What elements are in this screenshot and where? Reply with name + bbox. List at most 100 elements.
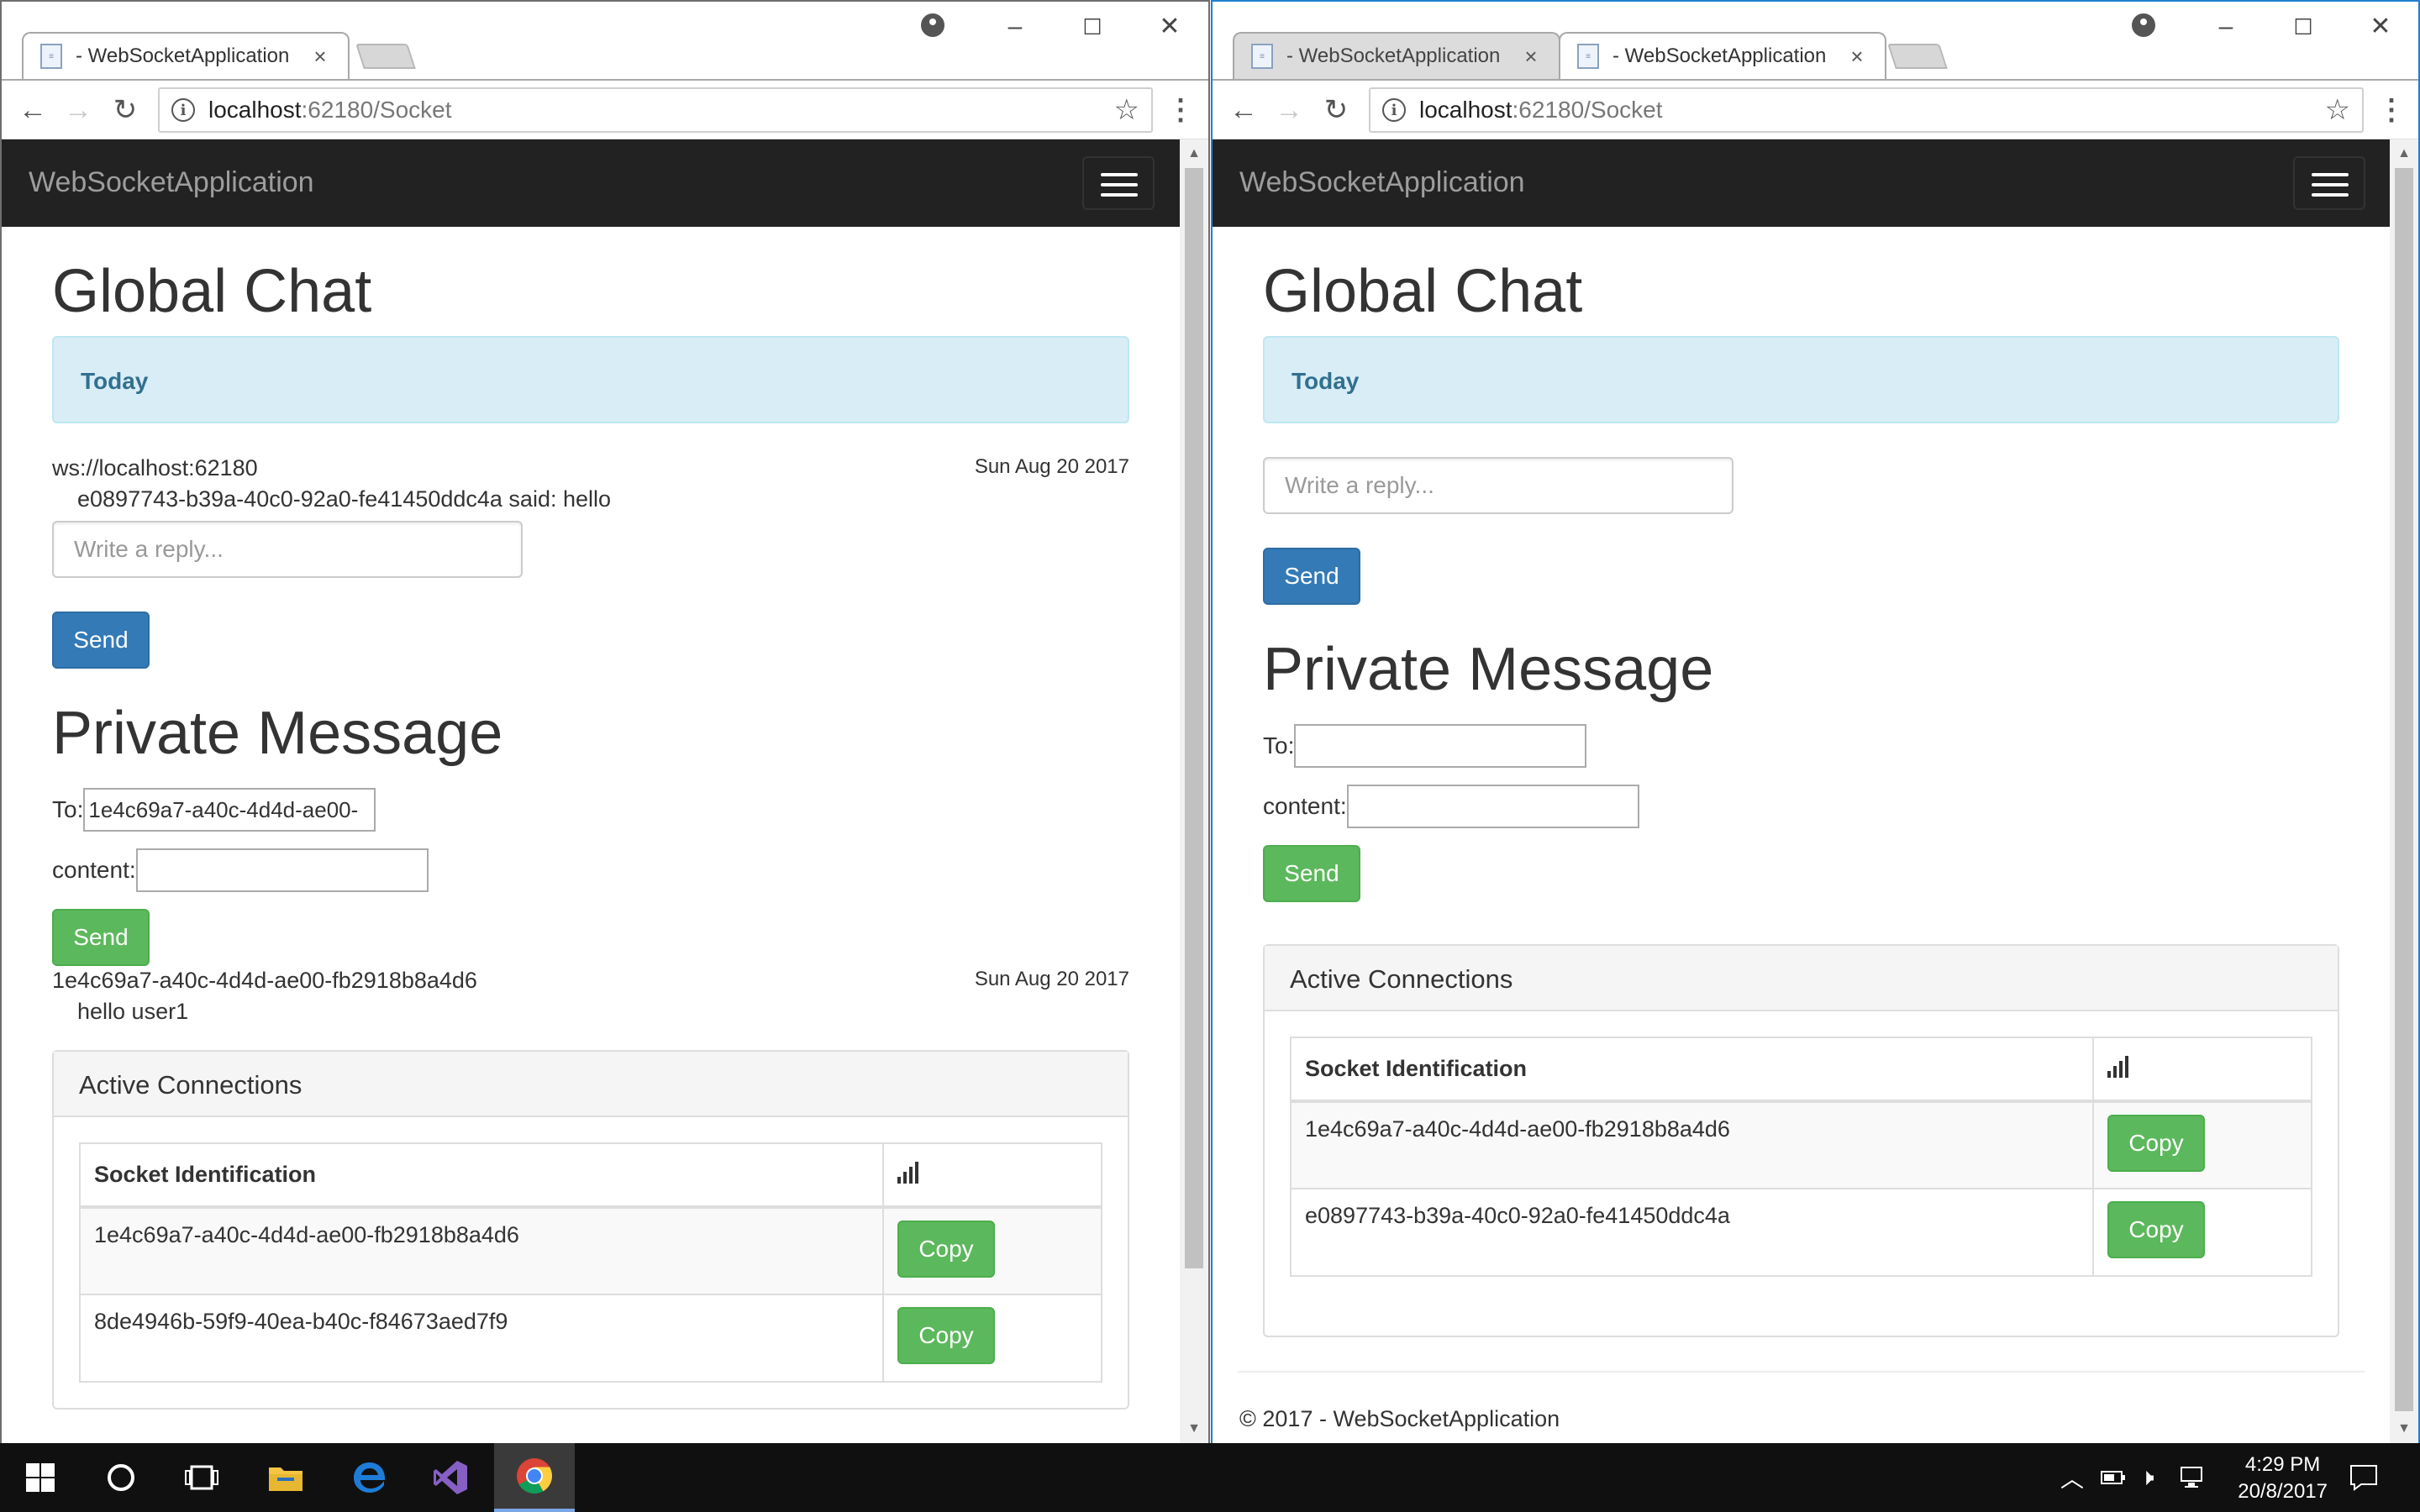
close-window-icon[interactable]: ✕ xyxy=(1144,10,1195,44)
scroll-thumb[interactable] xyxy=(1185,168,1203,1268)
scroll-down-icon[interactable]: ▼ xyxy=(2390,1415,2418,1443)
close-window-icon[interactable]: ✕ xyxy=(2355,10,2406,44)
private-message-header: 1e4c69a7-a40c-4d4d-ae00-fb2918b8a4d6 Sun… xyxy=(52,968,1129,994)
panel-title: Active Connections xyxy=(54,1052,1128,1117)
title-bar[interactable]: ≡ - WebSocketApplication × – ☐ ✕ xyxy=(2,2,1208,79)
page-footer: © 2017 - WebSocketApplication xyxy=(1239,1406,1560,1431)
show-hidden-icons-chevron-icon[interactable]: ︿ xyxy=(2060,1443,2084,1512)
send-private-button[interactable]: Send xyxy=(1263,845,1360,902)
app-brand[interactable]: WebSocketApplication xyxy=(1239,166,1525,199)
scroll-thumb[interactable] xyxy=(2395,168,2413,1411)
hamburger-menu-icon[interactable] xyxy=(1082,156,1155,210)
url-path: :62180/Socket xyxy=(301,97,452,123)
clock-date: 20/8/2017 xyxy=(2238,1480,2328,1503)
content-input[interactable] xyxy=(1346,785,1639,828)
page-icon: ≡ xyxy=(1577,44,1599,69)
system-clock[interactable]: 4:29 PM 20/8/2017 xyxy=(2238,1452,2328,1505)
back-icon[interactable]: ← xyxy=(13,91,52,129)
scroll-down-icon[interactable]: ▼ xyxy=(1180,1415,1208,1443)
battery-icon[interactable] xyxy=(2101,1443,2126,1512)
bookmark-star-icon[interactable]: ☆ xyxy=(1114,93,1139,127)
vertical-scrollbar[interactable]: ▲ ▼ xyxy=(2390,139,2418,1443)
active-connections-panel: Active Connections Socket Identification… xyxy=(1263,944,2339,1337)
volume-icon[interactable]: 🕨 xyxy=(2139,1443,2154,1512)
page-viewport: WebSocketApplication Global Chat Today w… xyxy=(2,139,1180,1443)
copy-button[interactable]: Copy xyxy=(2107,1115,2205,1172)
task-view-icon[interactable] xyxy=(161,1443,242,1512)
maximize-icon[interactable]: ☐ xyxy=(1067,10,1118,44)
chrome-icon[interactable] xyxy=(494,1443,575,1512)
send-private-button[interactable]: Send xyxy=(52,909,150,966)
to-input[interactable] xyxy=(1294,724,1587,768)
action-center-icon[interactable] xyxy=(2349,1443,2378,1512)
browser-window-right[interactable]: ≡ - WebSocketApplication × ≡ - WebSocket… xyxy=(1211,0,2420,1443)
copy-button[interactable]: Copy xyxy=(2107,1201,2205,1258)
new-tab-button[interactable] xyxy=(1887,44,1948,69)
reply-input[interactable]: Write a reply... xyxy=(1263,457,1733,514)
profile-icon[interactable] xyxy=(2132,13,2155,37)
url-host: localhost xyxy=(208,97,302,123)
private-message-title: Private Message xyxy=(52,700,503,767)
menu-icon[interactable]: ⋮ xyxy=(2377,91,2406,129)
chat-message-header: ws://localhost:62180 Sun Aug 20 2017 xyxy=(52,455,1129,481)
vertical-scrollbar[interactable]: ▲ ▼ xyxy=(1180,139,1208,1443)
send-chat-button[interactable]: Send xyxy=(1263,548,1360,605)
info-icon[interactable]: i xyxy=(171,98,195,122)
content-row: content: xyxy=(52,848,1129,892)
tab-close-icon[interactable]: × xyxy=(1846,44,1868,70)
reload-icon[interactable]: ↻ xyxy=(106,91,145,129)
page-content: Global Chat Today ws://localhost:62180 S… xyxy=(52,257,1129,1410)
tab-websocket-app-2[interactable]: ≡ - WebSocketApplication × xyxy=(1559,32,1886,79)
network-icon[interactable] xyxy=(2180,1443,2208,1512)
address-bar[interactable]: i localhost:62180/Socket ☆ xyxy=(1369,87,2364,133)
hamburger-menu-icon[interactable] xyxy=(2293,156,2365,210)
file-explorer-icon[interactable] xyxy=(245,1443,326,1512)
new-tab-button[interactable] xyxy=(355,44,416,69)
minimize-icon[interactable]: – xyxy=(2201,10,2251,44)
message-body: e0897743-b39a-40c0-92a0-fe41450ddc4a sai… xyxy=(77,486,612,512)
tab-close-icon[interactable]: × xyxy=(309,44,331,70)
copy-button[interactable]: Copy xyxy=(897,1221,995,1278)
content-input[interactable] xyxy=(135,848,429,892)
table-row: e0897743-b39a-40c0-92a0-fe41450ddc4a Cop… xyxy=(1290,1188,2312,1277)
tab-close-icon[interactable]: × xyxy=(1520,44,1542,70)
reply-input[interactable]: Write a reply... xyxy=(52,521,523,578)
title-bar[interactable]: ≡ - WebSocketApplication × ≡ - WebSocket… xyxy=(1213,2,2418,79)
scroll-up-icon[interactable]: ▲ xyxy=(2390,139,2418,168)
socket-id: 1e4c69a7-a40c-4d4d-ae00-fb2918b8a4d6 xyxy=(1290,1100,2094,1189)
column-header: Socket Identification xyxy=(1290,1037,2094,1103)
back-icon[interactable]: ← xyxy=(1224,91,1263,129)
copy-button[interactable]: Copy xyxy=(897,1307,995,1364)
tab-websocket-app-1[interactable]: ≡ - WebSocketApplication × xyxy=(1233,32,1560,79)
profile-icon[interactable] xyxy=(921,13,944,37)
browser-window-left[interactable]: ≡ - WebSocketApplication × – ☐ ✕ ← → ↻ i… xyxy=(0,0,1210,1443)
to-row: To: 1e4c69a7-a40c-4d4d-ae00- xyxy=(52,788,1129,832)
to-row: To: xyxy=(1263,724,2339,768)
minimize-icon[interactable]: – xyxy=(990,10,1040,44)
start-icon[interactable] xyxy=(0,1443,81,1512)
to-label: To: xyxy=(1263,732,1295,759)
scroll-up-icon[interactable]: ▲ xyxy=(1180,139,1208,168)
cortana-icon[interactable] xyxy=(81,1443,161,1512)
connections-table: Socket Identification 1e4c69a7-a40c-4d4d… xyxy=(1290,1037,2312,1277)
edge-icon[interactable] xyxy=(329,1443,410,1512)
bookmark-star-icon[interactable]: ☆ xyxy=(2325,93,2350,127)
to-input[interactable]: 1e4c69a7-a40c-4d4d-ae00- xyxy=(83,788,376,832)
date-banner: Today xyxy=(1263,336,2339,423)
reload-icon[interactable]: ↻ xyxy=(1317,91,1355,129)
table-row: 1e4c69a7-a40c-4d4d-ae00-fb2918b8a4d6 Cop… xyxy=(1290,1100,2312,1189)
app-brand[interactable]: WebSocketApplication xyxy=(29,166,314,199)
browser-toolbar: ← → ↻ i localhost:62180/Socket ☆ ⋮ xyxy=(1213,79,2418,139)
maximize-icon[interactable]: ☐ xyxy=(2278,10,2328,44)
forward-icon: → xyxy=(64,94,92,126)
socket-id: 8de4946b-59f9-40ea-b40c-f84673aed7f9 xyxy=(79,1294,884,1383)
tab-websocket-app[interactable]: ≡ - WebSocketApplication × xyxy=(22,32,350,79)
message-body: hello user1 xyxy=(77,999,189,1024)
send-chat-button[interactable]: Send xyxy=(52,612,150,669)
visual-studio-icon[interactable] xyxy=(410,1443,491,1512)
content-label: content: xyxy=(52,857,136,883)
address-bar[interactable]: i localhost:62180/Socket ☆ xyxy=(158,87,1153,133)
info-icon[interactable]: i xyxy=(1382,98,1406,122)
menu-icon[interactable]: ⋮ xyxy=(1166,91,1195,129)
socket-id: 1e4c69a7-a40c-4d4d-ae00-fb2918b8a4d6 xyxy=(79,1206,884,1295)
